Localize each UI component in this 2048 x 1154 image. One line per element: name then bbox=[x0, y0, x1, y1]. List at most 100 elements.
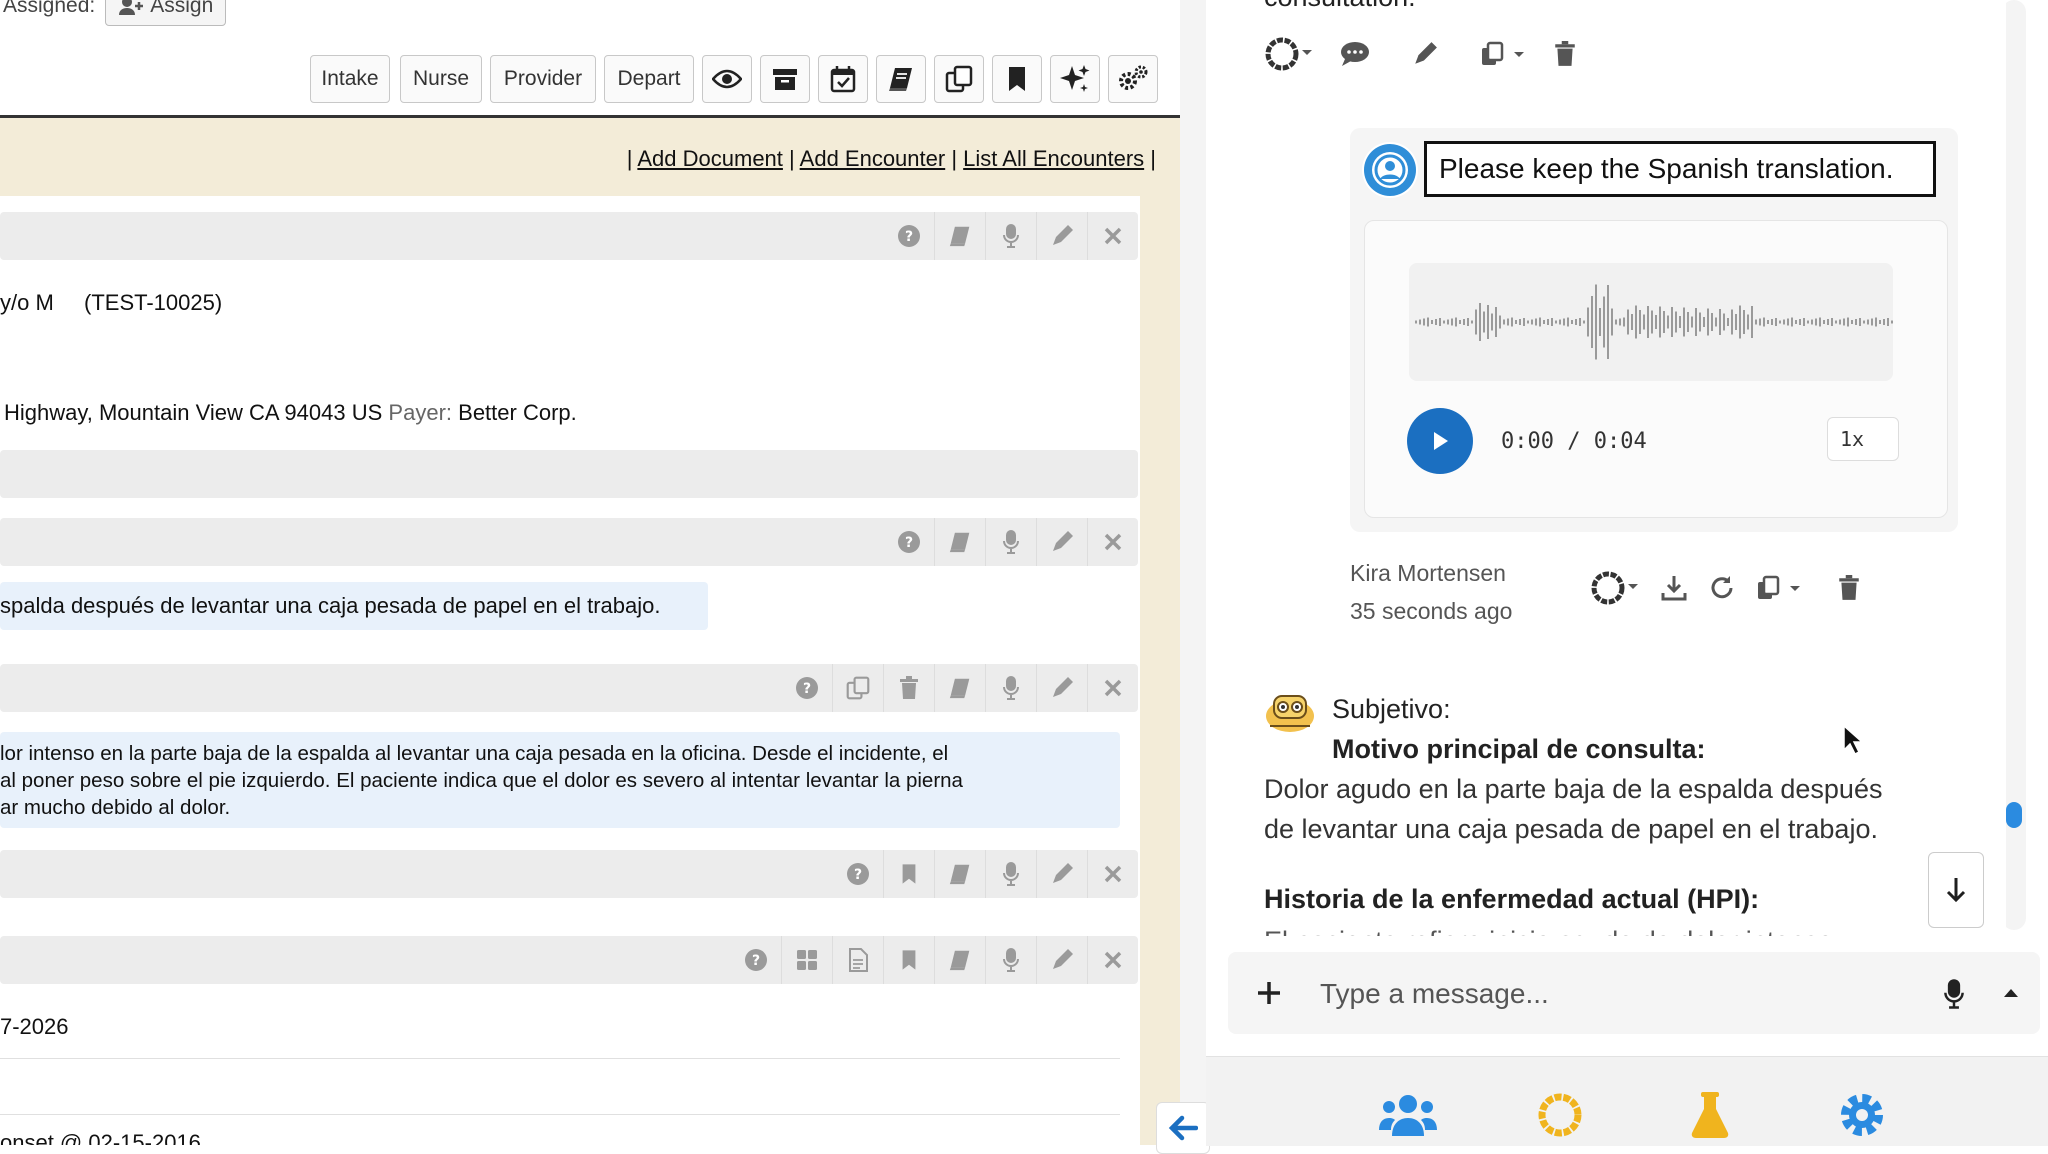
microphone-icon[interactable] bbox=[985, 936, 1036, 984]
waveform-bar bbox=[1847, 317, 1849, 327]
waveform-bar bbox=[1691, 316, 1693, 328]
playback-speed-button[interactable]: 1x bbox=[1827, 417, 1899, 461]
waveform-bar bbox=[1807, 320, 1809, 324]
svg-text:?: ? bbox=[854, 867, 862, 883]
book-icon[interactable] bbox=[934, 212, 985, 260]
help-icon[interactable]: ? bbox=[884, 518, 934, 566]
feedback-ring-icon[interactable] bbox=[1590, 568, 1640, 608]
scroll-to-bottom-button[interactable] bbox=[1928, 852, 1984, 928]
waveform-bar bbox=[1771, 319, 1773, 325]
pencil-icon[interactable] bbox=[1036, 850, 1087, 898]
link-separator: | bbox=[951, 146, 958, 171]
waveform-bar bbox=[1803, 318, 1805, 326]
book-icon[interactable] bbox=[934, 936, 985, 984]
cogs-icon[interactable] bbox=[1108, 55, 1158, 103]
close-icon[interactable] bbox=[1087, 518, 1138, 566]
book-icon[interactable] bbox=[934, 518, 985, 566]
assistant-logo-icon bbox=[1364, 144, 1416, 196]
waveform-bar bbox=[1647, 306, 1649, 338]
help-icon[interactable]: ? bbox=[782, 664, 832, 712]
close-icon[interactable] bbox=[1087, 850, 1138, 898]
waveform-bar bbox=[1591, 296, 1593, 348]
refresh-icon[interactable] bbox=[1708, 568, 1736, 608]
assistant-avatar bbox=[1264, 686, 1316, 738]
grid-icon[interactable] bbox=[781, 936, 832, 984]
waveform-bar bbox=[1431, 320, 1433, 324]
waveform-bar bbox=[1555, 320, 1557, 324]
pencil-icon[interactable] bbox=[1036, 212, 1087, 260]
bookmark-icon[interactable] bbox=[992, 55, 1042, 103]
nav-flask-icon[interactable] bbox=[1680, 1087, 1740, 1143]
add-encounter-link[interactable]: Add Encounter bbox=[800, 146, 946, 171]
close-icon[interactable] bbox=[1087, 212, 1138, 260]
expand-options-button[interactable] bbox=[1996, 980, 2026, 1006]
calendar-check-icon[interactable] bbox=[818, 55, 868, 103]
waveform-bar bbox=[1823, 320, 1825, 324]
trash-icon[interactable] bbox=[1554, 34, 1576, 74]
help-icon[interactable]: ? bbox=[833, 850, 883, 898]
copy-icon[interactable] bbox=[934, 55, 984, 103]
depart-button[interactable]: Depart bbox=[604, 55, 694, 103]
nav-patients-icon[interactable] bbox=[1378, 1087, 1438, 1143]
nav-ring-icon[interactable] bbox=[1530, 1087, 1590, 1143]
waveform-bar bbox=[1543, 320, 1545, 324]
book-icon[interactable] bbox=[876, 55, 926, 103]
microphone-icon[interactable] bbox=[985, 850, 1036, 898]
feedback-ring-icon[interactable] bbox=[1264, 34, 1314, 74]
book-icon[interactable] bbox=[934, 664, 985, 712]
message-meta: Kira Mortensen 35 seconds ago bbox=[1350, 554, 1512, 630]
waveform-bar bbox=[1567, 317, 1569, 327]
audio-waveform[interactable] bbox=[1409, 263, 1893, 381]
message-text[interactable]: Please keep the Spanish translation. bbox=[1424, 141, 1936, 197]
section-bar-empty bbox=[0, 450, 1138, 498]
copy-icon[interactable] bbox=[832, 664, 883, 712]
microphone-icon[interactable] bbox=[985, 518, 1036, 566]
chat-scrollbar-thumb[interactable] bbox=[2006, 802, 2022, 828]
add-document-link[interactable]: Add Document bbox=[637, 146, 783, 171]
waveform-bar bbox=[1819, 317, 1821, 327]
add-attachment-button[interactable] bbox=[1246, 970, 1292, 1016]
waveform-bar bbox=[1675, 311, 1677, 333]
patient-address-line: Highway, Mountain View CA 94043 US Payer… bbox=[4, 400, 577, 426]
bookmark-icon[interactable] bbox=[883, 850, 934, 898]
help-icon[interactable]: ? bbox=[884, 212, 934, 260]
mouse-cursor-icon bbox=[1843, 724, 1864, 756]
pencil-icon[interactable] bbox=[1036, 936, 1087, 984]
pencil-icon[interactable] bbox=[1036, 518, 1087, 566]
copy-dropdown-icon[interactable] bbox=[1480, 34, 1526, 74]
collapse-panel-button[interactable] bbox=[1156, 1102, 1210, 1154]
assign-button[interactable]: Assign bbox=[105, 0, 227, 26]
encounter-card: ? y/o M (TEST-10025) Highway, Mountain V… bbox=[0, 196, 1140, 1145]
trash-icon[interactable] bbox=[1838, 568, 1860, 608]
bookmark-icon[interactable] bbox=[883, 936, 934, 984]
download-icon[interactable] bbox=[1660, 568, 1688, 608]
intake-button[interactable]: Intake bbox=[310, 55, 390, 103]
trash-icon[interactable] bbox=[883, 664, 934, 712]
archive-icon[interactable] bbox=[760, 55, 810, 103]
comment-icon[interactable] bbox=[1340, 34, 1370, 74]
pencil-icon[interactable] bbox=[1412, 34, 1438, 74]
waveform-bar bbox=[1775, 318, 1777, 326]
waveform-bar bbox=[1683, 307, 1685, 337]
waveform-bar bbox=[1547, 319, 1549, 325]
play-button[interactable] bbox=[1407, 408, 1473, 474]
help-icon[interactable]: ? bbox=[731, 936, 781, 984]
close-icon[interactable] bbox=[1087, 664, 1138, 712]
nav-settings-icon[interactable] bbox=[1832, 1087, 1892, 1143]
book-icon[interactable] bbox=[934, 850, 985, 898]
message-input[interactable] bbox=[1318, 966, 1862, 1022]
microphone-icon[interactable] bbox=[985, 664, 1036, 712]
eye-icon[interactable] bbox=[702, 55, 752, 103]
encounter-document-area: | Add Document | Add Encounter | List Al… bbox=[0, 118, 1180, 1145]
nurse-button[interactable]: Nurse bbox=[400, 55, 482, 103]
document-icon[interactable] bbox=[832, 936, 883, 984]
copy-dropdown-icon[interactable] bbox=[1756, 568, 1802, 608]
waveform-bar bbox=[1419, 319, 1421, 325]
sparkles-icon[interactable] bbox=[1050, 55, 1100, 103]
close-icon[interactable] bbox=[1087, 936, 1138, 984]
microphone-icon[interactable] bbox=[985, 212, 1036, 260]
list-all-encounters-link[interactable]: List All Encounters bbox=[963, 146, 1144, 171]
voice-input-button[interactable] bbox=[1934, 972, 1974, 1016]
provider-button[interactable]: Provider bbox=[490, 55, 596, 103]
pencil-icon[interactable] bbox=[1036, 664, 1087, 712]
